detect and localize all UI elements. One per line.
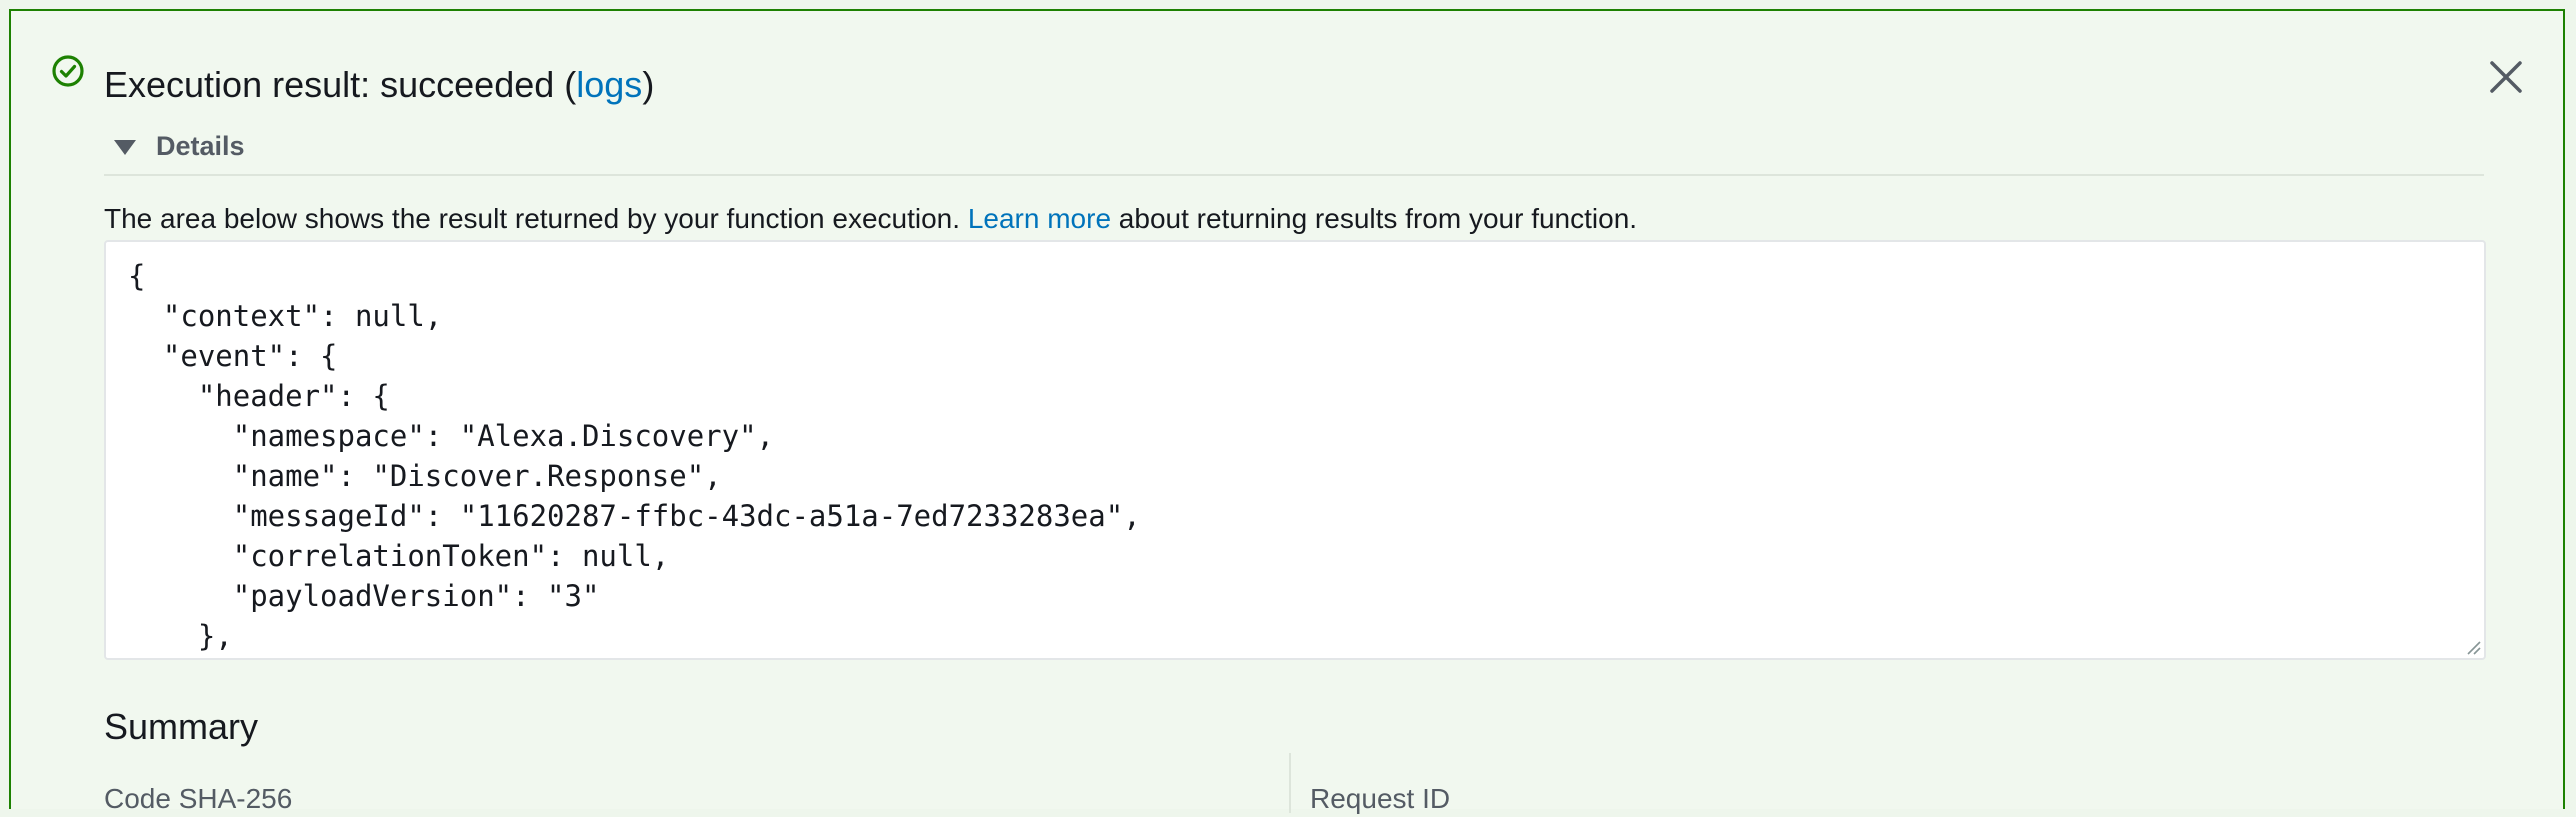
caret-down-icon (114, 140, 136, 155)
result-json[interactable]: { "context": null, "event": { "header": … (106, 242, 2484, 658)
result-output-box[interactable]: { "context": null, "event": { "header": … (104, 240, 2486, 660)
summary-column-divider (1289, 753, 1291, 813)
learn-more-link[interactable]: Learn more (968, 203, 1111, 234)
code-sha-label: Code SHA-256 (104, 783, 293, 814)
logs-link[interactable]: logs (576, 64, 642, 105)
description-text-after: about returning results from your functi… (1111, 203, 1638, 234)
details-toggle[interactable]: Details (114, 131, 245, 162)
request-id-label: Request ID (1310, 783, 1451, 814)
page-title: Execution result: succeeded (logs) (104, 63, 654, 107)
execution-result-panel: Execution result: succeeded (logs) Detai… (9, 9, 2565, 814)
title-suffix: ) (642, 64, 655, 105)
close-icon[interactable] (2488, 59, 2524, 95)
check-circle-icon (52, 55, 84, 87)
details-label: Details (156, 131, 245, 161)
description-text-before: The area below shows the result returned… (104, 203, 968, 234)
resize-grip-icon[interactable] (2464, 638, 2482, 656)
details-divider (104, 174, 2484, 176)
summary-heading: Summary (104, 706, 259, 747)
details-description: The area below shows the result returned… (104, 201, 1637, 237)
title-prefix: Execution result: succeeded ( (104, 64, 577, 105)
